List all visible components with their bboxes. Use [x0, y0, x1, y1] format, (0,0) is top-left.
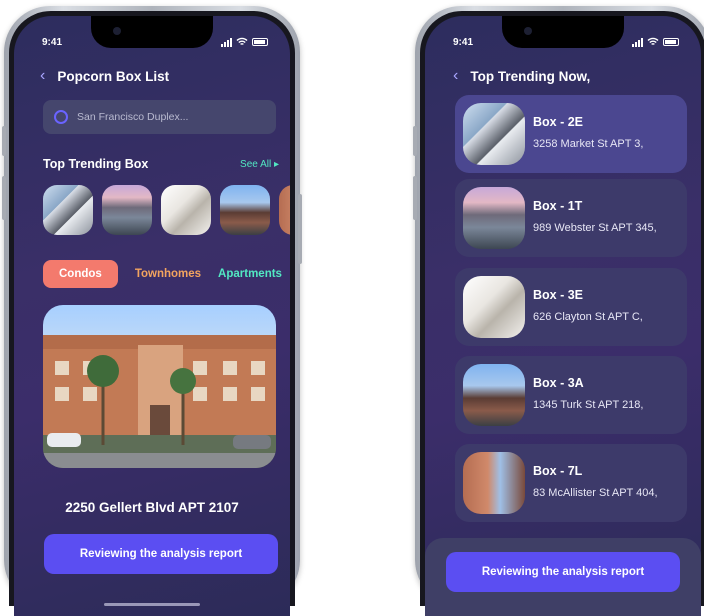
notch	[91, 16, 213, 48]
item-address: 1345 Turk St APT 218,	[533, 399, 644, 411]
status-time: 9:41	[453, 37, 474, 48]
review-report-button[interactable]: Reviewing the analysis report	[446, 552, 680, 592]
thumbnail-image[interactable]	[43, 185, 93, 235]
status-time: 9:41	[42, 37, 63, 48]
item-address: 83 McAllister St APT 404,	[533, 487, 658, 499]
thumbnail-image[interactable]	[161, 185, 211, 235]
battery-icon	[663, 38, 679, 46]
list-item[interactable]: Box - 2E 3258 Market St APT 3,	[455, 95, 687, 173]
category-tabs: Condos Townhomes Apartments	[43, 260, 282, 288]
section-title: Top Trending Box	[43, 157, 149, 171]
trending-section-header: Top Trending Box See All ▸	[43, 157, 279, 171]
property-thumbnail	[463, 276, 525, 338]
list-item[interactable]: Box - 3A 1345 Turk St APT 218,	[455, 356, 687, 434]
camera-icon	[113, 27, 121, 35]
item-name: Box - 2E	[533, 115, 584, 129]
item-address: 3258 Market St APT 3,	[533, 138, 644, 150]
notch	[502, 16, 624, 48]
side-button	[2, 176, 6, 220]
side-button	[413, 176, 417, 220]
side-button	[298, 194, 302, 264]
tab-condos[interactable]: Condos	[43, 260, 118, 288]
list-item[interactable]: Box - 3E 626 Clayton St APT C,	[455, 268, 687, 346]
thumbnail-image[interactable]	[220, 185, 270, 235]
page-title: Popcorn Box List	[57, 68, 170, 84]
item-address: 989 Webster St APT 345,	[533, 222, 657, 234]
thumbnail-image[interactable]	[102, 185, 152, 235]
screen-left: 9:41 ‹ Popcorn Box List San Francisco Du…	[14, 16, 290, 616]
item-name: Box - 7L	[533, 464, 583, 478]
search-input[interactable]: San Francisco Duplex...	[43, 100, 276, 134]
list-item[interactable]: Box - 1T 989 Webster St APT 345,	[455, 179, 687, 257]
item-address: 626 Clayton St APT C,	[533, 311, 643, 323]
phone-left: 9:41 ‹ Popcorn Box List San Francisco Du…	[2, 6, 302, 616]
featured-property-image[interactable]	[43, 305, 276, 468]
signal-icon	[221, 37, 232, 47]
property-thumbnail	[463, 452, 525, 514]
featured-address: 2250 Gellert Blvd APT 2107	[65, 500, 239, 515]
header: ‹ Top Trending Now,	[453, 68, 590, 84]
camera-icon	[524, 27, 532, 35]
wifi-icon	[236, 37, 248, 45]
back-chevron-icon[interactable]: ‹	[453, 68, 458, 84]
see-all-label: See All	[240, 158, 272, 170]
tab-apartments[interactable]: Apartments	[218, 268, 282, 280]
screen-right: 9:41 ‹ Top Trending Now, Box - 2E 3258 M…	[425, 16, 701, 616]
thumbnail-image[interactable]	[279, 185, 290, 235]
header: ‹ Popcorn Box List	[40, 68, 169, 84]
tab-townhomes[interactable]: Townhomes	[135, 268, 201, 280]
side-button	[413, 126, 417, 156]
property-thumbnail	[463, 103, 525, 165]
side-button	[2, 126, 6, 156]
phone-right: 9:41 ‹ Top Trending Now, Box - 2E 3258 M…	[413, 6, 704, 616]
building-illustration	[43, 335, 276, 468]
signal-icon	[632, 37, 643, 47]
item-name: Box - 3A	[533, 376, 584, 390]
item-name: Box - 1T	[533, 199, 583, 213]
page-title: Top Trending Now,	[470, 68, 591, 84]
property-thumbnail	[463, 187, 525, 249]
review-report-button[interactable]: Reviewing the analysis report	[44, 534, 278, 574]
battery-icon	[252, 38, 268, 46]
list-item[interactable]: Box - 7L 83 McAllister St APT 404,	[455, 444, 687, 522]
wifi-icon	[647, 37, 659, 45]
item-name: Box - 3E	[533, 288, 584, 302]
home-indicator	[104, 603, 200, 606]
search-placeholder: San Francisco Duplex...	[77, 111, 189, 123]
see-all-link[interactable]: See All ▸	[240, 159, 279, 170]
back-chevron-icon[interactable]: ‹	[40, 68, 45, 84]
property-thumbnail	[463, 364, 525, 426]
search-icon	[54, 110, 68, 124]
trending-thumbnails	[43, 185, 290, 235]
